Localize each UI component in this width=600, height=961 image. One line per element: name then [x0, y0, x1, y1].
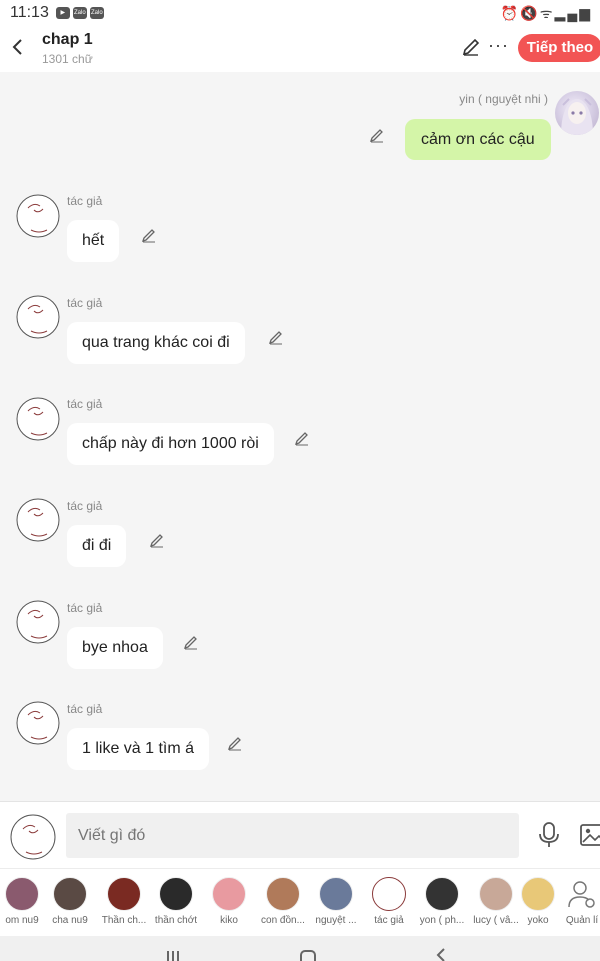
youtube-icon: ▶: [55, 7, 70, 19]
message-list[interactable]: yin ( nguyệt nhi ) cảm ơn các cậu tác gi…: [0, 72, 600, 800]
character-name: Thần ch...: [101, 915, 147, 926]
clock: 11:13: [10, 4, 49, 21]
character-avatar: [319, 877, 353, 911]
edit-message-icon[interactable]: [149, 532, 165, 548]
author-avatar[interactable]: [14, 496, 62, 544]
character-item[interactable]: thần chớt: [146, 877, 206, 926]
chapter-title: chap 1: [42, 31, 93, 48]
home-icon[interactable]: [300, 950, 316, 961]
system-back-icon[interactable]: [435, 948, 447, 961]
character-avatar: [266, 877, 300, 911]
character-name: kiko: [220, 915, 238, 926]
character-name: yon ( ph...: [419, 915, 465, 926]
edit-message-icon[interactable]: [268, 329, 284, 345]
manage-user-icon: [568, 881, 595, 908]
message-bubble[interactable]: 1 like và 1 tìm á: [67, 728, 210, 770]
system-nav-bar: [0, 936, 600, 961]
character-name: Quản lí: [565, 915, 599, 926]
author-name: tác giả: [67, 499, 103, 513]
character-item[interactable]: nguyệt ...: [306, 877, 366, 926]
edit-message-icon[interactable]: [369, 127, 385, 143]
my-sender-name: yin ( nguyệt nhi ): [459, 92, 548, 106]
message-input[interactable]: [66, 813, 519, 858]
back-arrow-icon[interactable]: [10, 36, 24, 58]
character-name: con đồn...: [261, 915, 305, 926]
my-message-bubble[interactable]: cảm ơn các cậu: [405, 119, 551, 160]
author-avatar[interactable]: [14, 395, 62, 443]
edit-icon[interactable]: [460, 36, 482, 58]
character-avatar: [372, 877, 406, 911]
edit-message-icon[interactable]: [294, 430, 310, 446]
character-avatar: [53, 877, 87, 911]
author-avatar[interactable]: [14, 598, 62, 646]
character-item[interactable]: con đồn...: [253, 877, 313, 926]
alarm-icon: ⏰: [500, 5, 521, 21]
message-bubble[interactable]: hết: [67, 220, 120, 262]
message-bubble[interactable]: qua trang khác coi đi: [67, 322, 245, 364]
image-upload-icon[interactable]: [580, 823, 600, 847]
character-item[interactable]: tác giả: [359, 877, 419, 926]
zalo-icon: Zalo: [72, 7, 87, 19]
author-name: tác giả: [67, 194, 103, 208]
character-item[interactable]: cha nu9: [40, 877, 100, 926]
edit-message-icon[interactable]: [141, 227, 157, 243]
author-avatar[interactable]: [14, 699, 62, 747]
author-avatar[interactable]: [14, 293, 62, 341]
character-avatar: [159, 877, 193, 911]
character-item[interactable]: kiko: [199, 877, 259, 926]
character-name: nguyệt ...: [315, 915, 357, 926]
selected-character-avatar[interactable]: [8, 812, 58, 862]
character-name: cha nu9: [52, 915, 88, 926]
message-bubble[interactable]: bye nhoa: [67, 627, 163, 669]
more-options-icon[interactable]: ···: [488, 36, 509, 54]
character-name: tác giả: [374, 915, 404, 926]
author-name: tác giả: [67, 601, 103, 615]
character-avatar: [521, 877, 555, 911]
top-app-bar: chap 1 1301 chữ ··· Tiếp theo: [0, 26, 600, 72]
microphone-icon[interactable]: [538, 821, 560, 849]
anime-avatar-image: [561, 98, 593, 135]
edit-message-icon[interactable]: [183, 634, 199, 650]
my-avatar[interactable]: [555, 91, 599, 135]
message-bubble[interactable]: đi đi: [67, 525, 127, 567]
status-icons: ⏰🔇ᯤ▂▄▆: [501, 4, 592, 23]
character-avatar: [107, 877, 141, 911]
author-name: tác giả: [67, 397, 103, 411]
character-avatar: [5, 877, 39, 911]
author-avatar[interactable]: [14, 192, 62, 240]
message-bubble[interactable]: chấp này đi hơn 1000 ròi: [67, 423, 274, 465]
character-avatar: [212, 877, 246, 911]
character-selector[interactable]: om nu9 cha nu9 Thần ch... thần chớt kiko…: [0, 868, 600, 936]
mute-icon: 🔇: [520, 5, 540, 21]
edit-message-icon[interactable]: [227, 735, 243, 751]
next-chapter-button[interactable]: Tiếp theo: [518, 34, 600, 62]
character-item[interactable]: Thần ch...: [94, 877, 154, 926]
character-item[interactable]: yon ( ph...: [412, 877, 472, 926]
manage-characters-button[interactable]: Quản lí: [552, 877, 600, 926]
signal-icon: ▂▄▆: [554, 5, 592, 21]
wifi-icon: ᯤ: [539, 5, 555, 21]
character-avatar: [425, 877, 459, 911]
word-count: 1301 chữ: [42, 52, 93, 66]
character-name: thần chớt: [154, 915, 198, 926]
author-name: tác giả: [67, 296, 103, 310]
zalo-icon: Zalo: [89, 7, 104, 19]
status-bar: 11:13 ▶ Zalo Zalo ⏰🔇ᯤ▂▄▆: [0, 0, 600, 26]
composer-bar: [0, 801, 600, 868]
author-name: tác giả: [67, 702, 103, 716]
recent-apps-icon[interactable]: [165, 951, 181, 961]
